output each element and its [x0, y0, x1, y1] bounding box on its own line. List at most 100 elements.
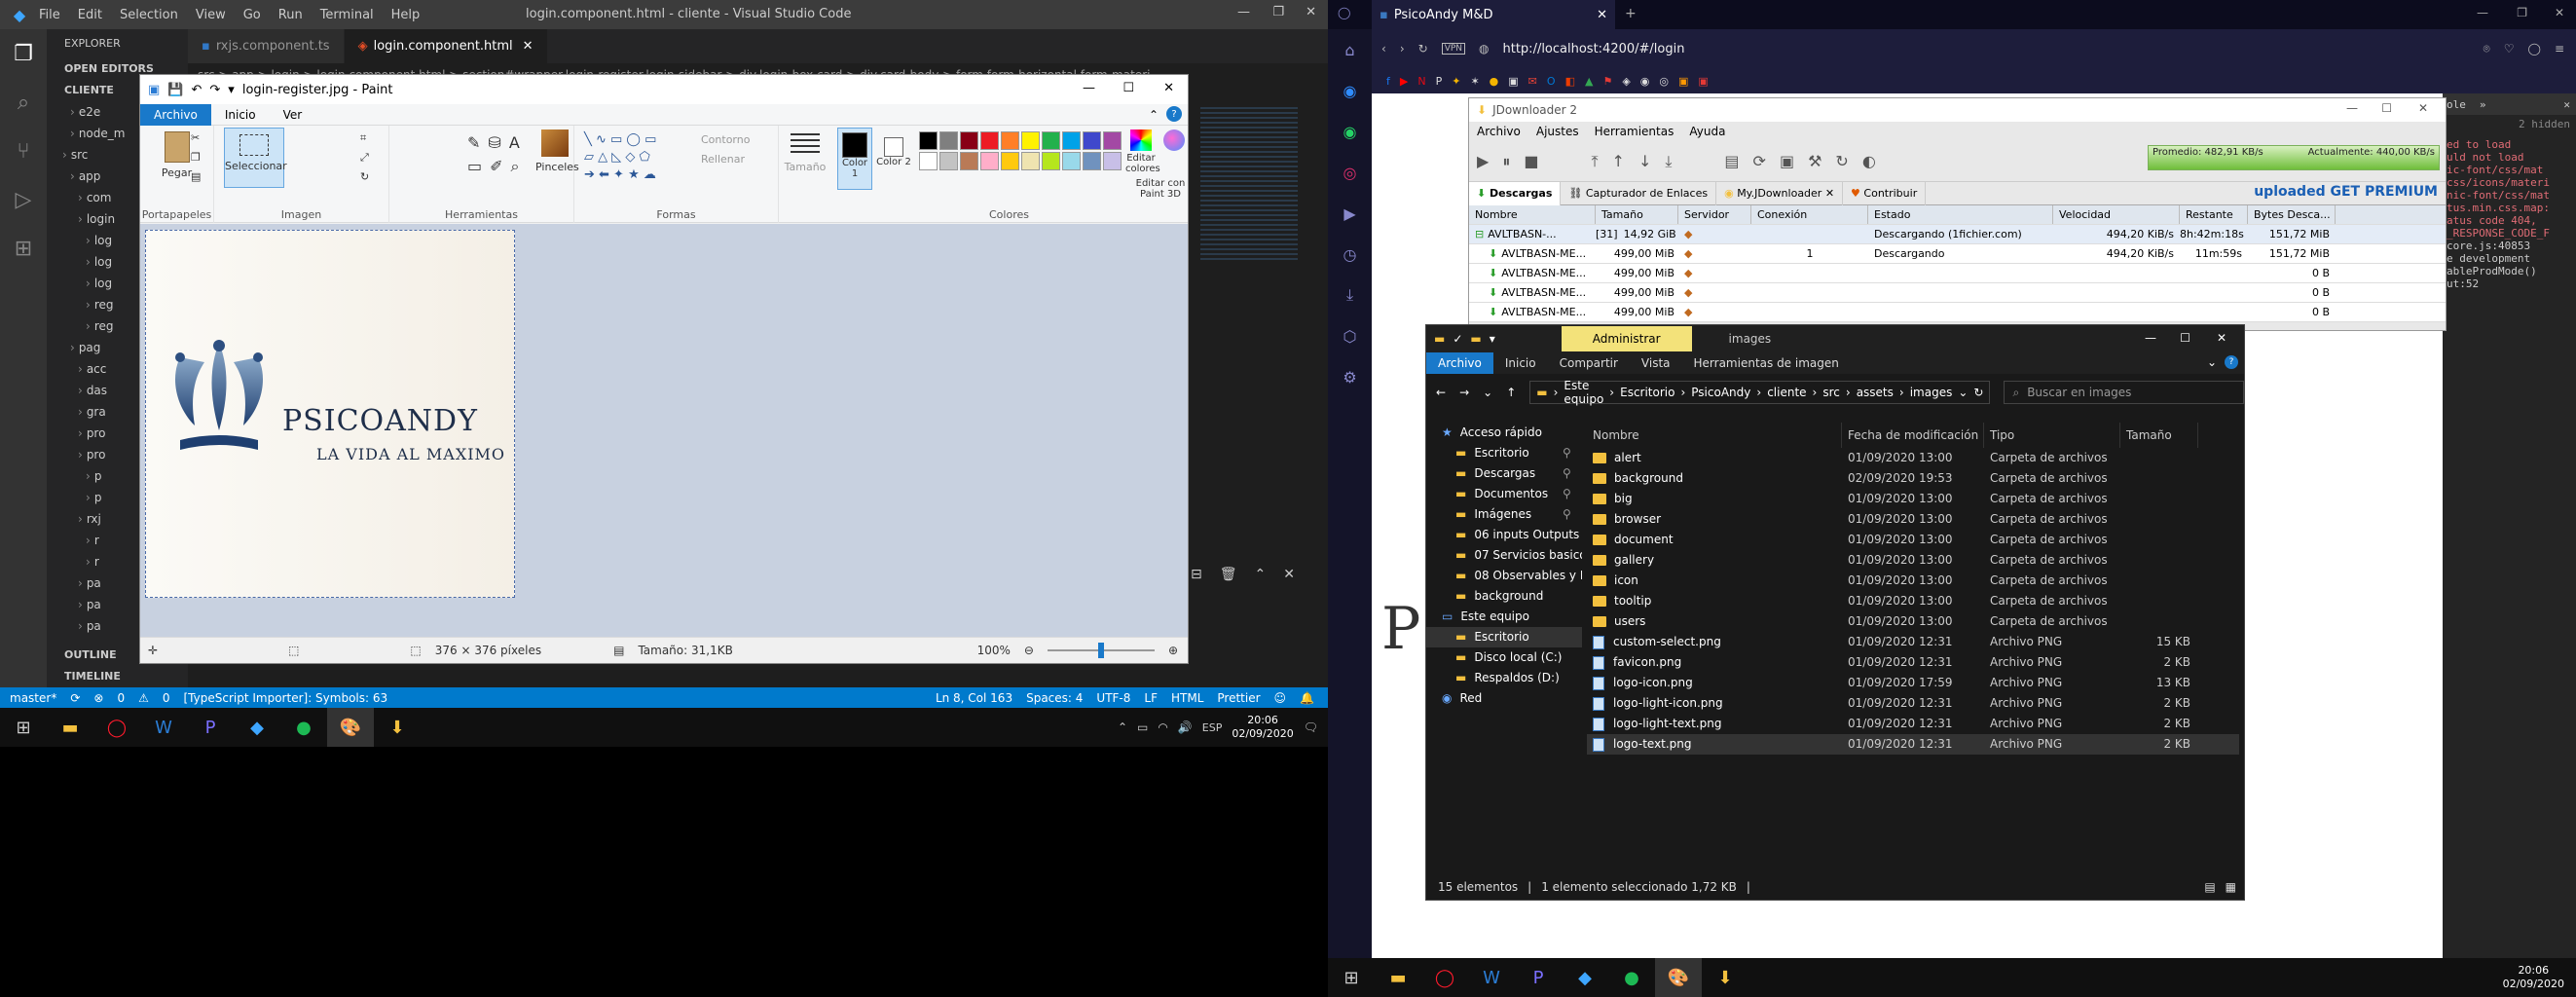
split-panel-icon[interactable]: ⊟: [1191, 567, 1202, 582]
tab-inicio[interactable]: Inicio: [211, 104, 270, 126]
bookmark-icon[interactable]: ◈: [1622, 75, 1630, 88]
tray-chevron-icon[interactable]: ⌃: [1118, 720, 1127, 734]
list-item[interactable]: logo-light-text.png 01/09/2020 12:31 Archi…: [1587, 714, 2239, 734]
eraser-icon[interactable]: ▭: [467, 157, 490, 175]
trash-icon[interactable]: 🗑: [1220, 567, 1237, 582]
palette-swatch[interactable]: [1021, 131, 1040, 150]
list-item[interactable]: browser 01/09/2020 13:00 Carpeta de archiv…: [1587, 509, 2239, 530]
close-icon[interactable]: ✕: [2418, 101, 2428, 115]
word-icon[interactable]: W: [1468, 958, 1515, 997]
path-segment[interactable]: images: [1910, 386, 1953, 399]
collapse-ribbon-icon[interactable]: ⌃: [1149, 108, 1159, 122]
language-mode[interactable]: HTML: [1171, 691, 1203, 705]
path-chevron-icon[interactable]: ›: [1846, 386, 1851, 399]
palette-swatch[interactable]: [1103, 131, 1122, 150]
image-canvas[interactable]: PSICOANDY LA VIDA AL MAXIMO: [145, 230, 515, 598]
move-down-icon[interactable]: ↓: [1638, 152, 1651, 170]
column-header[interactable]: Fecha de modificación: [1842, 423, 1984, 448]
tab-linkgrabber[interactable]: ⛓ Capturador de Enlaces: [1561, 181, 1717, 205]
search-box[interactable]: ⌕ Buscar en images: [2004, 381, 2244, 404]
feedback-icon[interactable]: ☺: [1274, 691, 1287, 705]
clipboard-icon[interactable]: ▤: [1724, 152, 1739, 170]
paint3d-button[interactable]: [1160, 129, 1188, 153]
path-chevron-icon[interactable]: ›: [1756, 386, 1761, 399]
close-icon[interactable]: ✕: [2555, 6, 2564, 19]
menu-item[interactable]: Archivo: [1477, 125, 1521, 138]
start-icon[interactable]: ⊞: [1328, 958, 1375, 997]
tab-ver[interactable]: Ver: [270, 104, 316, 126]
palette-swatch[interactable]: [1103, 152, 1122, 170]
path-breadcrumb[interactable]: ▬ › Este equipo › Escritorio › PsicoAndy › clie…: [1529, 379, 1991, 406]
bookmark-heart-icon[interactable]: ♡: [2504, 42, 2515, 55]
sync-icon[interactable]: ⟳: [70, 691, 80, 705]
battery-icon[interactable]: ▭: [1137, 720, 1148, 734]
messenger-icon[interactable]: ◉: [1328, 70, 1372, 111]
warning-count[interactable]: 0: [163, 691, 170, 705]
list-item[interactable]: document 01/09/2020 13:00 Carpeta de archi…: [1587, 530, 2239, 550]
reload-icon[interactable]: ↻: [1418, 42, 1428, 55]
menu-item[interactable]: Go: [243, 8, 261, 22]
palette-swatch[interactable]: [980, 152, 999, 170]
tab-archivo[interactable]: Archivo: [1426, 352, 1493, 374]
nav-item[interactable]: ▬ Escritorio ⚲: [1426, 443, 1582, 463]
path-dropdown-icon[interactable]: ⌄: [1958, 386, 1968, 399]
list-item[interactable]: gallery 01/09/2020 13:00 Carpeta de archiv…: [1587, 550, 2239, 571]
list-item[interactable]: background 02/09/2020 19:53 Carpeta de arc…: [1587, 468, 2239, 489]
silent-icon[interactable]: ⚒: [1808, 152, 1822, 170]
list-item[interactable]: logo-icon.png 01/09/2020 17:59 Archivo PNG…: [1587, 673, 2239, 693]
nav-item[interactable]: ▬ 07 Servicios basicos: [1426, 545, 1582, 566]
publisher-icon[interactable]: P: [187, 708, 234, 747]
files-icon[interactable]: ❐: [0, 29, 47, 78]
text-icon[interactable]: A: [509, 133, 528, 152]
bell-icon[interactable]: 🔔: [1300, 691, 1314, 705]
nav-item[interactable]: ▬ 08 Observables y Pr: [1426, 566, 1582, 586]
file-explorer-icon[interactable]: ▬: [47, 708, 93, 747]
menu-icon[interactable]: ≡: [2555, 42, 2564, 55]
path-chevron-icon[interactable]: ›: [1899, 386, 1904, 399]
rotate-icon[interactable]: ↻: [360, 170, 369, 183]
profile-icon[interactable]: ◯: [2528, 42, 2541, 55]
copy-icon[interactable]: ❐: [191, 151, 201, 164]
column-header[interactable]: Nombre: [1587, 423, 1842, 448]
maximize-icon[interactable]: ☐: [2381, 101, 2392, 115]
whatsapp-icon[interactable]: ◉: [1328, 111, 1372, 152]
save-icon[interactable]: 💾: [167, 83, 183, 97]
menu-item[interactable]: Selection: [120, 8, 178, 22]
help-icon[interactable]: ?: [1166, 106, 1182, 122]
console-tab[interactable]: ole: [2447, 98, 2466, 111]
new-folder-icon[interactable]: ▬: [1470, 332, 1481, 346]
notifications-icon[interactable]: 🗨: [1304, 720, 1318, 734]
tab-inicio[interactable]: Inicio: [1493, 352, 1548, 374]
color-picker-icon[interactable]: ✐: [490, 157, 510, 175]
recent-dropdown-icon[interactable]: ⌄: [1483, 386, 1492, 399]
table-row[interactable]: ⬇ AVLTBASN-ME... 499,00 MiB ◆ 1 Descargando 49…: [1469, 244, 2446, 264]
close-devtools-icon[interactable]: ✕: [2563, 98, 2570, 111]
tab-compartir[interactable]: Compartir: [1548, 352, 1630, 374]
move-top-icon[interactable]: ⤒: [1591, 152, 1598, 171]
vscode-icon[interactable]: ◆: [1562, 958, 1608, 997]
bookmark-icon[interactable]: ✶: [1470, 75, 1479, 88]
netflix-bookmark-icon[interactable]: N: [1417, 75, 1425, 88]
jdownloader-icon[interactable]: ⬇: [1702, 958, 1748, 997]
start-icon[interactable]: ⊞: [0, 708, 47, 747]
palette-swatch[interactable]: [1062, 131, 1081, 150]
bookmark-icon[interactable]: ⚑: [1602, 75, 1612, 88]
forward-icon[interactable]: →: [1459, 386, 1469, 399]
zoom-slider[interactable]: [1047, 643, 1155, 658]
nav-item[interactable]: ★ Acceso rápido: [1426, 423, 1582, 443]
tab-herramientas-imagen[interactable]: Herramientas de imagen: [1682, 352, 1851, 374]
path-chevron-icon[interactable]: ›: [1680, 386, 1685, 399]
column-header[interactable]: Nombre: [1469, 205, 1596, 224]
manage-contextual-tab[interactable]: Administrar: [1561, 326, 1692, 351]
git-branch[interactable]: master*: [10, 691, 56, 705]
forward-icon[interactable]: ›: [1400, 42, 1405, 55]
nav-item[interactable]: ◉ Red: [1426, 688, 1582, 709]
wifi-icon[interactable]: ◠: [1158, 720, 1167, 734]
zoom-out-icon[interactable]: ⊖: [1024, 644, 1034, 657]
up-icon[interactable]: ↑: [1506, 386, 1516, 399]
stop-icon[interactable]: ■: [1524, 152, 1538, 170]
spotify-icon[interactable]: ●: [280, 708, 327, 747]
brushes-button[interactable]: Pinceles: [535, 129, 579, 173]
nav-item[interactable]: ▬ Documentos ⚲: [1426, 484, 1582, 504]
pencil-icon[interactable]: ✎: [467, 133, 488, 152]
